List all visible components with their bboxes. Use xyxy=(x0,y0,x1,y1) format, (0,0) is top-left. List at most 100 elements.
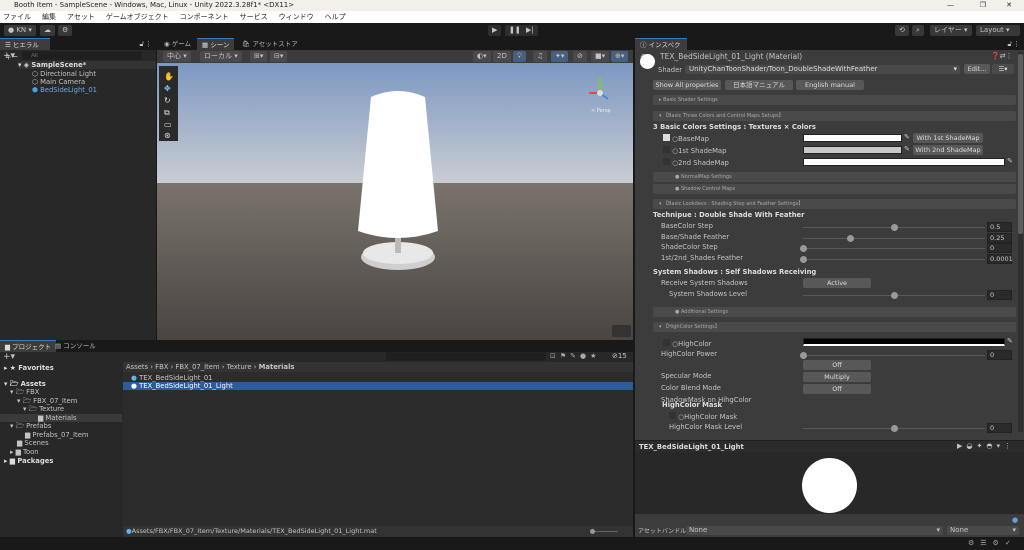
hand-tool-icon[interactable]: ✋ xyxy=(164,71,174,81)
label-tag-icon[interactable]: ● xyxy=(1012,516,1018,524)
section-three-colors[interactable]: ▾ 【Basic Three Colors and Control Maps S… xyxy=(653,111,1016,121)
tree-folder[interactable]: ▾ 🗁︎ Texture xyxy=(23,405,64,413)
tab-project[interactable]: ▆ プロジェクト xyxy=(0,340,57,352)
close-button[interactable]: ✕ xyxy=(1006,0,1012,11)
menu-edit[interactable]: 編集 xyxy=(42,11,56,23)
hierarchy-item[interactable]: ⬡ Main Camera xyxy=(32,78,85,86)
section-highcolor[interactable]: ▾ 【HighColor Settings】 xyxy=(653,322,1016,332)
tree-folder[interactable]: ▾ 🗁︎ Prefabs xyxy=(10,422,51,430)
english-manual-button[interactable]: English manual xyxy=(796,80,864,90)
scale-tool-icon[interactable]: ⧉ xyxy=(164,108,170,117)
show-all-properties-button[interactable]: Show All properties xyxy=(653,80,721,90)
slider-handle[interactable] xyxy=(800,352,807,359)
texture-slot[interactable] xyxy=(663,134,670,141)
tab-inspector[interactable]: ⓘ インスペクター xyxy=(635,38,687,61)
slider-value-field[interactable]: 0 xyxy=(987,423,1012,433)
tree-packages[interactable]: ▸ ▆ Packages xyxy=(4,457,53,465)
tree-folder[interactable]: ▆ Scenes xyxy=(17,439,49,447)
menu-file[interactable]: ファイル xyxy=(3,11,31,23)
visibility-icon[interactable]: ⊘ xyxy=(573,51,587,62)
shader-dropdown[interactable]: UnityChanToonShader/Toon_DoubleShadeWith… xyxy=(685,65,960,74)
texture-slot[interactable] xyxy=(663,339,670,346)
filter-icons[interactable]: ⊡⚑✎●★ xyxy=(550,352,600,360)
rotate-tool-icon[interactable]: ↻ xyxy=(164,96,171,105)
eyedropper-icon[interactable]: ✎ xyxy=(1007,337,1013,345)
icon-size-slider[interactable] xyxy=(590,529,618,534)
eyedropper-icon[interactable]: ✎ xyxy=(904,145,910,153)
menu-help[interactable]: ヘルプ xyxy=(325,11,346,23)
scene-item[interactable]: ▾ ◈ SampleScene* xyxy=(18,61,156,69)
project-search-input[interactable] xyxy=(386,352,546,361)
gizmos-icon[interactable]: ⊕▾ xyxy=(611,51,629,62)
menu-assets[interactable]: アセット xyxy=(67,11,95,23)
slider-value-field[interactable]: 0 xyxy=(987,243,1012,253)
hierarchy-item[interactable]: ⬡ Directional Light xyxy=(32,70,96,78)
create-button[interactable]: +▾ xyxy=(3,352,15,362)
texture-slot[interactable] xyxy=(669,412,676,419)
highcolor-color[interactable] xyxy=(803,338,1005,346)
crumb[interactable]: Assets xyxy=(126,363,148,371)
with-1st-shademap-button[interactable]: With 1st ShadeMap xyxy=(913,133,983,143)
section-lookdevs[interactable]: ▾ 【Basic Lookdevs : Shading Step and Fea… xyxy=(653,199,1016,209)
menu-gameobject[interactable]: ゲームオブジェクト xyxy=(106,11,169,23)
header-icons[interactable]: ❓⇄⋮ xyxy=(991,52,1013,60)
account-button[interactable]: ● KN ▾ xyxy=(4,25,36,36)
eyedropper-icon[interactable]: ✎ xyxy=(904,133,910,141)
japanese-manual-button[interactable]: 日本語マニュアル xyxy=(725,80,793,90)
scene-viewport[interactable]: ✋ ✥ ↻ ⧉ ▭ ⊛ < Persp xyxy=(157,63,633,340)
slider-value-field[interactable]: 0 xyxy=(987,290,1012,300)
search-icon[interactable]: ⌕ xyxy=(912,25,924,36)
slider-handle[interactable] xyxy=(800,255,807,263)
play-button[interactable]: ▶ xyxy=(488,25,502,36)
color-blend-mode-toggle[interactable]: Multiply xyxy=(803,372,871,382)
grid-snap-icon[interactable]: ⊞▾ xyxy=(250,51,268,62)
tab-console[interactable]: ▤ コンソール xyxy=(50,340,101,352)
layout-dropdown[interactable]: Layout ▾ xyxy=(976,25,1020,36)
section-basic-shader[interactable]: ▸ Basic Shader Settings xyxy=(653,95,1016,105)
file-item-selected[interactable]: ● TEX_BedSideLight_01_Light xyxy=(123,382,633,390)
tree-folder[interactable]: ▾ 🗁︎ FBX_07_Item xyxy=(17,397,77,405)
more-icon[interactable]: ⋮ xyxy=(1013,40,1020,48)
tab-scene[interactable]: ▦ シーン xyxy=(197,38,235,50)
1st-shademap-color[interactable] xyxy=(803,146,902,154)
slider[interactable] xyxy=(803,224,985,231)
maximize-button[interactable]: ❐ xyxy=(980,0,986,11)
slider[interactable] xyxy=(803,425,985,432)
eyedropper-icon[interactable]: ✎ xyxy=(1007,157,1013,165)
add-button[interactable]: +▾ xyxy=(3,51,15,61)
tree-folder[interactable]: ▸ ▆ Toon xyxy=(10,448,39,456)
crumb-current[interactable]: Materials xyxy=(259,363,295,371)
menu-window[interactable]: ウィンドウ xyxy=(279,11,314,23)
slider-handle[interactable] xyxy=(891,425,898,432)
tree-folder[interactable]: ▆ Prefabs_07_Item xyxy=(25,431,89,439)
effects-icon[interactable]: ✦▾ xyxy=(551,51,569,62)
basemap-color[interactable] xyxy=(803,134,902,142)
status-icons[interactable]: ⚙☰⚙✓ xyxy=(968,539,1017,547)
slider-handle[interactable] xyxy=(891,224,898,231)
slider[interactable] xyxy=(800,255,985,263)
slider-value-field[interactable]: 0 xyxy=(987,350,1012,360)
slider-value-field[interactable]: 0.5 xyxy=(987,222,1012,232)
preview-controls[interactable]: ▶◒✦◓▾⋮ xyxy=(957,442,1015,450)
crumb[interactable]: FBX_07_Item xyxy=(175,363,219,371)
tab-asset-store[interactable]: 🛍︎ アセットストア xyxy=(237,38,303,50)
slider-value-field[interactable]: 0.0001 xyxy=(987,253,1013,264)
cloud-icon[interactable]: ☁ xyxy=(40,25,55,36)
tree-folder[interactable]: ▾ 🗁︎ FBX xyxy=(10,388,39,396)
with-2nd-shademap-button[interactable]: With 2nd ShadeMap xyxy=(913,145,983,155)
edit-shader-button[interactable]: Edit... xyxy=(964,64,990,74)
texture-slot[interactable] xyxy=(663,158,670,165)
section-additional[interactable]: ● Additional Settings xyxy=(653,307,1016,317)
hidden-packages-count[interactable]: ⊘15 xyxy=(612,352,627,360)
step-button[interactable]: ▶| xyxy=(522,25,538,36)
slider-handle[interactable] xyxy=(800,245,807,252)
pivot-dropdown[interactable]: 中心 ▾ xyxy=(163,51,191,62)
assetbundle-dropdown[interactable]: None ▾ xyxy=(686,526,943,535)
slider[interactable] xyxy=(800,245,985,252)
minimize-button[interactable]: — xyxy=(947,0,954,11)
tree-favorites[interactable]: ▸ ★ Favorites xyxy=(4,364,54,372)
2nd-shademap-color[interactable] xyxy=(803,158,1005,166)
texture-slot[interactable] xyxy=(663,146,670,153)
shadowmask-toggle[interactable]: Off xyxy=(803,384,871,394)
menu-component[interactable]: コンポーネント xyxy=(180,11,229,23)
